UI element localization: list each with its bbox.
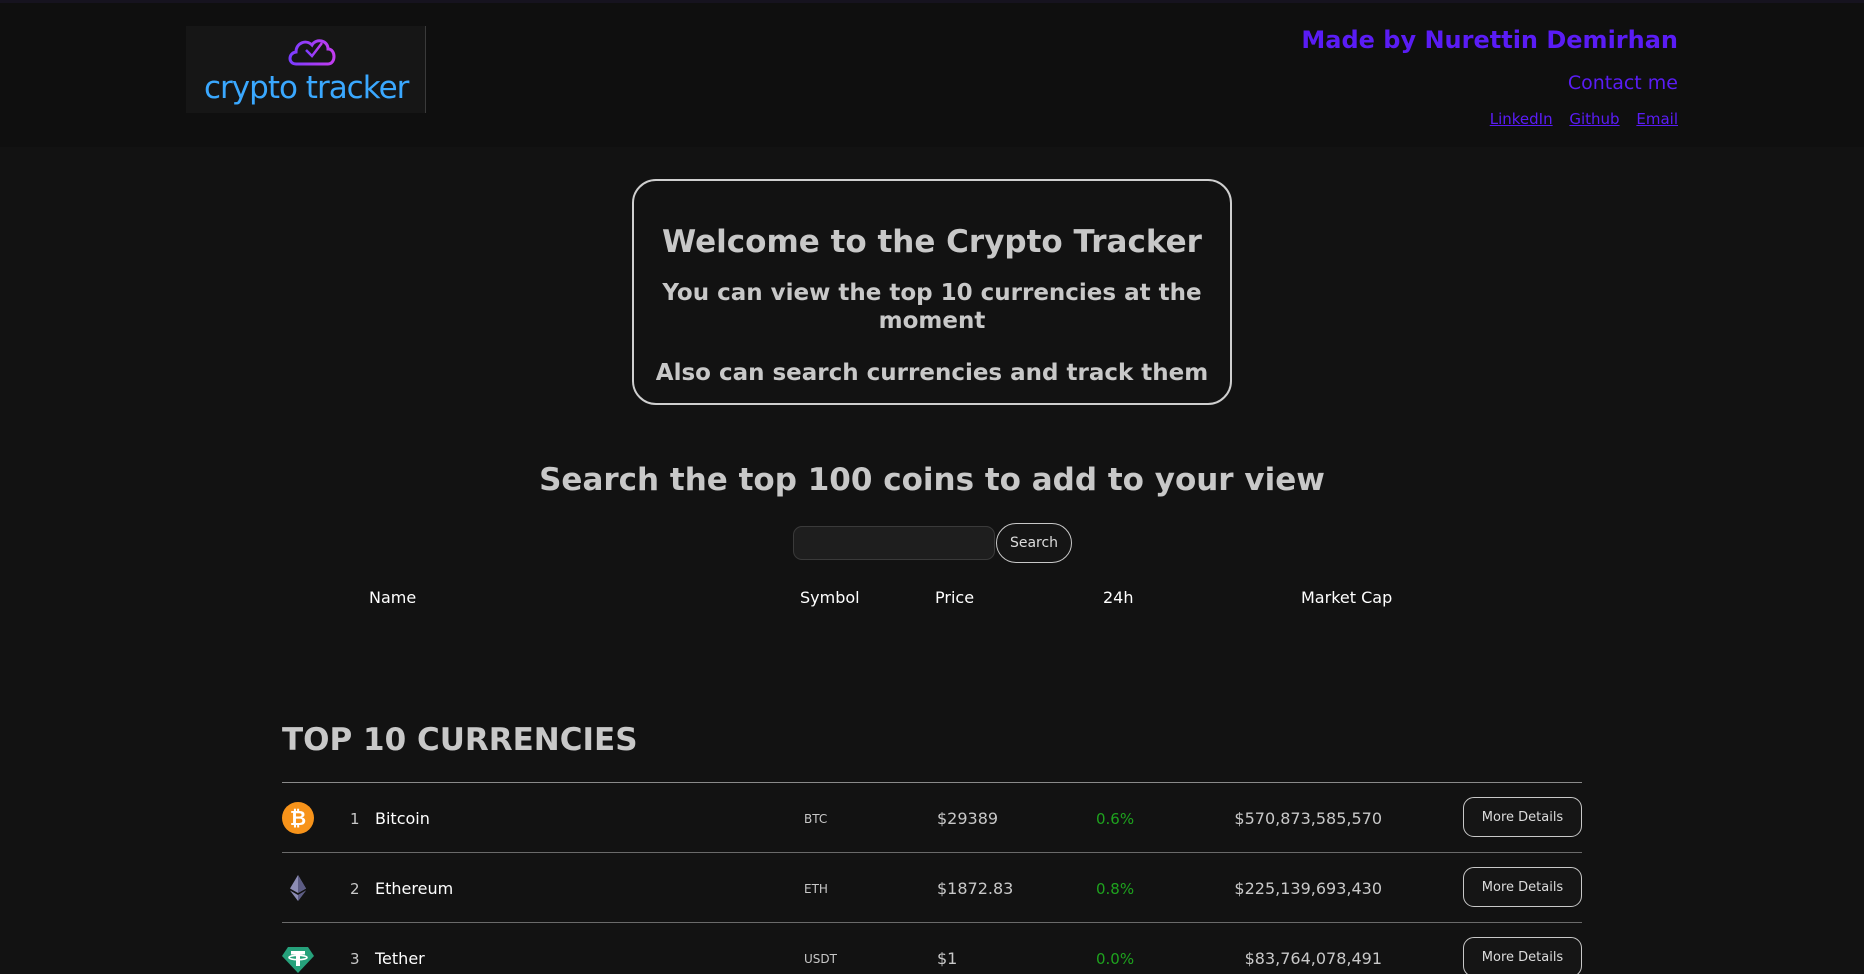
top10-title: TOP 10 CURRENCIES: [282, 722, 638, 758]
coin-price: $1: [937, 949, 958, 968]
coin-rank: 3: [350, 950, 360, 968]
coin-name: Tether: [375, 949, 425, 968]
coin-market-cap: $83,764,078,491: [1244, 949, 1382, 968]
email-link[interactable]: Email: [1636, 110, 1678, 128]
coin-24h-change: 0.8%: [1096, 880, 1135, 898]
more-details-button[interactable]: More Details: [1463, 867, 1582, 907]
search-input[interactable]: [793, 526, 995, 560]
column-header-name: Name: [369, 588, 417, 607]
logo[interactable]: crypto tracker: [186, 26, 426, 113]
coin-name: Bitcoin: [375, 809, 430, 828]
made-by-text: Made by Nurettin Demirhan: [1301, 26, 1678, 54]
cloud-icon: [288, 39, 336, 66]
more-details-button[interactable]: More Details: [1463, 797, 1582, 837]
contact-me-label: Contact me: [1567, 72, 1678, 94]
table-row: ₿ 1 Bitcoin BTC $29389 0.6% $570,873,585…: [282, 783, 1582, 853]
logo-text: crypto tracker: [204, 70, 409, 106]
tether-icon: [282, 947, 314, 973]
coin-symbol: ETH: [804, 882, 828, 896]
coin-price: $29389: [937, 809, 999, 828]
search-title: Search the top 100 coins to add to your …: [539, 462, 1325, 498]
column-header-symbol: Symbol: [800, 588, 860, 607]
column-header-price: Price: [935, 588, 975, 607]
table-row: 3 Tether USDT $1 0.0% $83,764,078,491 Mo…: [282, 923, 1582, 974]
coin-symbol: USDT: [804, 952, 837, 966]
coin-rank: 1: [350, 810, 360, 828]
more-details-button[interactable]: More Details: [1463, 937, 1582, 974]
column-header-market-cap: Market Cap: [1301, 588, 1393, 607]
coin-24h-change: 0.6%: [1096, 810, 1135, 828]
coin-rank: 2: [350, 880, 360, 898]
site-header: crypto tracker Made by Nurettin Demirhan…: [0, 3, 1864, 147]
coin-24h-change: 0.0%: [1096, 950, 1135, 968]
svg-text:₿: ₿: [290, 806, 306, 830]
ethereum-icon: [290, 875, 306, 901]
linkedin-link[interactable]: LinkedIn: [1490, 110, 1553, 128]
coin-price: $1872.83: [937, 879, 1014, 898]
coin-name: Ethereum: [375, 879, 454, 898]
coin-symbol: BTC: [804, 812, 828, 826]
welcome-line-2: Also can search currencies and track the…: [655, 360, 1209, 386]
bitcoin-icon: ₿: [282, 802, 314, 834]
search-button[interactable]: Search: [996, 523, 1072, 563]
welcome-box: Welcome to the Crypto Tracker You can vi…: [632, 179, 1232, 405]
contact-links: LinkedIn Github Email: [1301, 109, 1678, 129]
coin-market-cap: $570,873,585,570: [1234, 809, 1382, 828]
table-row: 2 Ethereum ETH $1872.83 0.8% $225,139,69…: [282, 853, 1582, 923]
coin-market-cap: $225,139,693,430: [1234, 879, 1382, 898]
credits: Made by Nurettin Demirhan Contact me Lin…: [1301, 25, 1678, 129]
welcome-title: Welcome to the Crypto Tracker: [662, 224, 1202, 260]
column-header-24h: 24h: [1103, 588, 1134, 607]
welcome-line-1: You can view the top 10 currencies at th…: [662, 280, 1202, 334]
github-link[interactable]: Github: [1569, 110, 1619, 128]
